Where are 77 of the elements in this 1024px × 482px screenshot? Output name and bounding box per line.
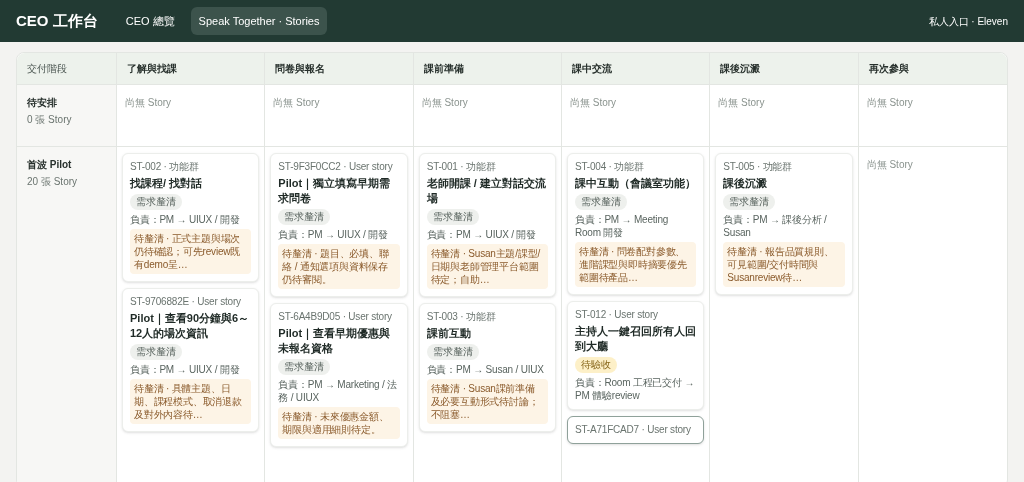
status-badge: 需求釐清 xyxy=(575,194,627,210)
story-title: Pilot｜查看90分鐘與6～12人的場次資訊 xyxy=(130,311,251,341)
empty-cell: 尚無 Story xyxy=(265,85,414,147)
nav-tab[interactable]: Speak Together · Stories xyxy=(190,6,328,36)
story-count: 20 張 Story xyxy=(27,175,79,189)
story-id: ST-003 · 功能群 xyxy=(426,311,496,323)
row-title: 待安排 xyxy=(27,96,58,110)
story-count: 0 張 Story xyxy=(27,113,73,127)
story-id: ST-005 · 功能群 xyxy=(723,161,793,173)
story-card[interactable]: ST-A71FCAD7 · User story xyxy=(567,416,705,444)
status-badge: 需求釐清 xyxy=(278,359,331,375)
owner-text: 負責：PM → UIUX / 開發 xyxy=(130,363,240,376)
column-header: 再次參與 xyxy=(868,62,909,76)
story-title: 老師開課 / 建立對話交流場 xyxy=(426,176,547,206)
empty-cell: 尚無 Story xyxy=(413,85,562,147)
empty-cell: 尚無 Story xyxy=(710,85,859,147)
owner-text: 負責：PM → Susan / UIUX xyxy=(426,363,544,376)
story-title: Pilot｜獨立填寫早期需求問卷 xyxy=(278,176,392,206)
empty-cell: 尚無 Story xyxy=(858,147,1007,482)
story-card[interactable]: ST-003 · 功能群 課前互動 需求釐清 負責：PM → Susan / UIUX 待釐清 · Susan課前準備及必要互動形式待討論；不阻塞… xyxy=(418,303,556,432)
story-title: 找課程/ 找對話 xyxy=(130,176,203,191)
pending-note: 待釐清 · 報告品質規則、可見範圍/交付時間與Susanreview待… xyxy=(723,242,845,287)
story-id: ST-002 · 功能群 xyxy=(130,161,199,173)
empty-cell: 尚無 Story xyxy=(117,85,266,147)
story-id: ST-9F3F0CC2 · User story xyxy=(278,161,393,173)
column-header: 交付階段 xyxy=(27,62,67,76)
pending-note: 待釐清 · Susan課前準備及必要互動形式待討論；不阻塞… xyxy=(426,379,548,424)
story-card[interactable]: ST-012 · User story 主持人一鍵召回所有人回到大廳 待驗收 負責：Room 工程已交付 → PM 體驗review xyxy=(567,301,705,410)
pending-note: 待釐清 · 問卷配對參數、進階課型與即時摘要優先範圍待產品… xyxy=(575,242,697,287)
owner-text: 負責：PM → Marketing / 法務 / UIUX xyxy=(278,378,398,404)
owner-text: 負責：PM → UIUX / 開發 xyxy=(130,213,240,226)
status-badge: 需求釐清 xyxy=(426,344,479,360)
story-id: ST-012 · User story xyxy=(575,309,658,321)
app-title: CEO 工作台 xyxy=(16,10,98,31)
status-badge: 需求釐清 xyxy=(278,209,331,225)
story-title: 主持人一鍵召回所有人回到大廳 xyxy=(575,324,697,354)
status-badge: 需求釐清 xyxy=(723,194,776,210)
story-title: 課中互動（會議室功能） xyxy=(575,176,696,191)
status-badge: 需求釐清 xyxy=(426,209,479,225)
story-id: ST-9706882E · User story xyxy=(130,296,241,308)
owner-text: 負責：PM → UIUX / 開發 xyxy=(426,228,537,241)
story-id: ST-001 · 功能群 xyxy=(426,161,496,173)
user-label[interactable]: 私人入口 · Eleven xyxy=(928,13,1008,29)
pending-note: 待釐清 · 具體主題、日期、課程模式、取消退款及對外內容待… xyxy=(130,379,252,424)
pending-note: 待釐清 · Susan主題/課型/日期與老師管理平台範圍待定；自助… xyxy=(426,244,548,289)
story-id: ST-6A4B9D05 · User story xyxy=(278,311,392,323)
status-badge: 需求釐清 xyxy=(130,194,182,210)
empty-cell: 尚無 Story xyxy=(562,85,711,147)
column-header: 課後沉澱 xyxy=(720,62,761,76)
story-id: ST-A71FCAD7 · User story xyxy=(575,424,691,436)
story-id: ST-004 · 功能群 xyxy=(575,161,644,173)
column-header: 問卷與報名 xyxy=(275,62,326,76)
nav-tab[interactable]: CEO 總覽 xyxy=(117,6,183,36)
status-badge: 待驗收 xyxy=(575,357,617,373)
story-card[interactable]: ST-002 · 功能群 找課程/ 找對話 需求釐清 負責：PM → UIUX / 開發 待釐清 · 正式主題與場次仍待確認；可先review既有demo呈… xyxy=(122,153,260,282)
story-card[interactable]: ST-9F3F0CC2 · User story Pilot｜獨立填寫早期需求問卷 需求釐清 負責：PM → UIUX / 開發 待釐清 · 題目、必填、聯絡 / 通知選項與資料保存仍待審閱。 xyxy=(270,153,408,297)
story-title: 課後沉澱 xyxy=(723,176,768,191)
owner-text: 負責：PM → UIUX / 開發 xyxy=(278,228,388,241)
story-card[interactable]: ST-6A4B9D05 · User story Pilot｜查看早期優惠與未報名資格 需求釐清 負責：PM → Marketing / 法務 / UIUX 待釐清 · 未來優惠金額、期限與適用細則待定。 xyxy=(270,303,408,447)
status-badge: 需求釐清 xyxy=(130,344,182,360)
column-header: 課中交流 xyxy=(572,62,612,76)
story-title: 課前互動 xyxy=(426,326,471,341)
column-header: 課前準備 xyxy=(423,62,464,76)
pending-note: 待釐清 · 題目、必填、聯絡 / 通知選項與資料保存仍待審閱。 xyxy=(278,244,400,289)
row-title: 首波 Pilot xyxy=(27,158,73,172)
story-title: Pilot｜查看早期優惠與未報名資格 xyxy=(278,326,392,356)
pending-note: 待釐清 · 未來優惠金額、期限與適用細則待定。 xyxy=(278,407,400,439)
pending-note: 待釐清 · 正式主題與場次仍待確認；可先review既有demo呈… xyxy=(130,229,252,274)
story-card[interactable]: ST-9706882E · User story Pilot｜查看90分鐘與6～12人的場次資訊 需求釐清 負責：PM → UIUX / 開發 待釐清 · 具體主題、日期、課程模式、取消退款及對外內容待… xyxy=(122,288,260,432)
owner-text: 負責：Room 工程已交付 → PM 體驗review xyxy=(575,376,696,402)
story-card[interactable]: ST-004 · 功能群 課中互動（會議室功能） 需求釐清 負責：PM → Meeting Room 開發 待釐清 · 問卷配對參數、進階課型與即時摘要優先範圍待產品… xyxy=(567,153,705,295)
empty-cell: 尚無 Story xyxy=(858,85,1007,147)
column-header: 了解與找課 xyxy=(127,62,177,76)
owner-text: 負責：PM → 課後分析 / Susan xyxy=(723,213,828,239)
story-card[interactable]: ST-001 · 功能群 老師開課 / 建立對話交流場 需求釐清 負責：PM → UIUX / 開發 待釐清 · Susan主題/課型/日期與老師管理平台範圍待定；自助… xyxy=(418,153,556,297)
owner-text: 負責：PM → Meeting Room 開發 xyxy=(575,213,670,239)
story-card[interactable]: ST-005 · 功能群 課後沉澱 需求釐清 負責：PM → 課後分析 / Susan 待釐清 · 報告品質規則、可見範圍/交付時間與Susanreview待… xyxy=(715,153,853,295)
